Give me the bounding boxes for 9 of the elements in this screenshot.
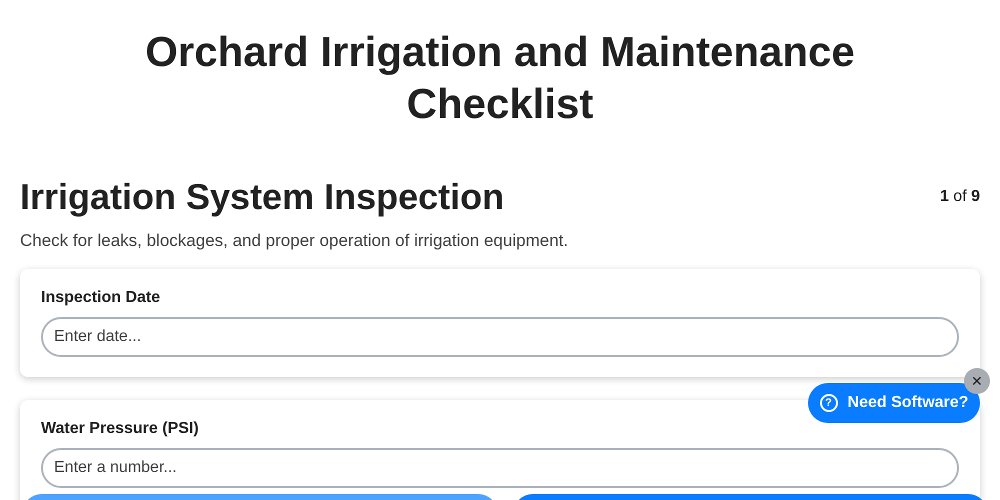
section-description: Check for leaks, blockages, and proper operation of irrigation equipment.	[20, 231, 570, 251]
page-title: Orchard Irrigation and Maintenance Checklist	[144, 27, 856, 129]
page-counter: 1 of 9	[940, 188, 980, 206]
section-heading: Irrigation System Inspection	[20, 175, 504, 219]
input-field[interactable]: Enter a number...	[41, 448, 959, 488]
close-button[interactable]: ✕	[964, 368, 990, 394]
field-label: Water Pressure (PSI)	[41, 420, 200, 438]
input-field[interactable]: Enter date...	[41, 317, 959, 357]
field-label: Inspection Date	[41, 289, 162, 307]
